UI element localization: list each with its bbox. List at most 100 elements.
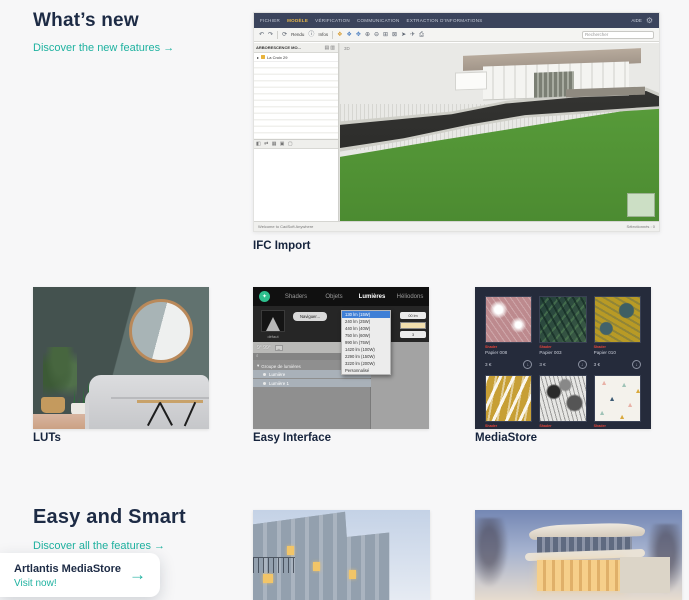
download-icon: ↓ <box>523 360 532 369</box>
shader-tag: Shader <box>485 424 532 428</box>
dropdown-option: 2290 lm (150W) <box>342 353 390 360</box>
page: What’s new Discover the new features → F… <box>0 0 689 600</box>
toast-title: Artlantis MediaStore <box>14 561 121 578</box>
tab-objets: Objets <box>315 294 353 300</box>
balcony-railing <box>253 557 295 573</box>
lower-panel-body <box>254 149 338 219</box>
wallpaper-thumb-feathers <box>485 375 532 422</box>
dropdown-option: 240 lm (25W) <box>342 318 390 325</box>
dropdown-option: 3220 lm (200W) <box>342 360 390 367</box>
expand-caret-icon: ▸ <box>257 55 259 60</box>
viewport-3d-label: 3D <box>344 46 350 51</box>
easy-interface-image[interactable]: ✦ Shaders Objets Lumières Héliodons défa… <box>253 287 429 429</box>
triangle-icon: ▲ <box>601 380 608 387</box>
angle-field: 3 <box>400 331 426 338</box>
light-bullet-icon <box>263 373 266 376</box>
lit-window <box>349 570 356 579</box>
menu-item-communication: COMMUNICATION <box>357 18 400 23</box>
house-left-wing <box>455 71 487 90</box>
price-row: 3 € ↓ <box>539 360 586 369</box>
viewport-3d: 3D <box>340 43 659 221</box>
light-row: Lumière 1 <box>253 379 371 387</box>
easy-tabbar: ✦ Shaders Objets Lumières Héliodons <box>253 287 429 306</box>
tree-panel-title: ARBORESCENCE MO... <box>256 45 301 50</box>
app-body: ARBORESCENCE MO... ▤▥ ▸ La Croix 29 ◧ ⇄ … <box>254 43 659 221</box>
naviguer-button: Naviguer... <box>293 312 327 321</box>
status-right: Sélectionnés : 0 <box>627 224 655 229</box>
search-icon: ⌕ <box>256 353 259 358</box>
house-photo-right[interactable] <box>475 510 682 600</box>
tree-item-root: ▸ La Croix 29 <box>254 53 338 61</box>
infos-dropdown: Infos <box>318 32 328 37</box>
artlantis-logo-icon: ✦ <box>259 291 270 302</box>
lower-panel-header: ◧ ⇄ ▦ ▣ ▢ <box>254 139 338 149</box>
mediastore-tile: Shader Papier 003 3 € ↓ <box>539 296 586 375</box>
toolbar-divider <box>277 31 278 39</box>
triangle-icon: ▲ <box>599 410 606 417</box>
ifc-import-screenshot[interactable]: FICHIER MODÈLE VÉRIFICATION COMMUNICATIO… <box>253 12 660 232</box>
zoom-fit-icon: ⊞ <box>383 32 388 38</box>
tree-panel-icons: ▤▥ <box>325 45 336 51</box>
whats-new-title: What’s new <box>33 10 139 32</box>
mediastore-caption: MediaStore <box>475 432 537 444</box>
light-row-label: Lumière 1 <box>269 381 289 386</box>
easy-smart-link[interactable]: Discover all the features → <box>33 540 165 552</box>
mediastore-toast[interactable]: Artlantis MediaStore Visit now! → <box>0 553 160 597</box>
price: 3 € <box>594 362 600 367</box>
tree-panel-header: ARBORESCENCE MO... ▤▥ <box>254 43 338 53</box>
light-cone-icon <box>266 317 280 331</box>
price-row: 3 € ↓ <box>594 360 641 369</box>
undo-icon: ↶ <box>259 32 264 38</box>
mediastore-tile: Shader Papier 010 3 € ↓ <box>594 296 641 375</box>
triangle-icon: ▲ <box>621 382 628 389</box>
building-photo-left[interactable] <box>253 510 430 600</box>
model-cube2-icon: ❖ <box>347 32 352 38</box>
lower-panel-icons: ◧ ⇄ ▦ ▣ ▢ <box>256 141 294 147</box>
price-row: 3 € ↓ <box>485 360 532 369</box>
wallpaper-thumb-palm <box>539 296 586 343</box>
house-model <box>455 52 653 111</box>
arrow-right-icon[interactable]: → <box>129 565 146 585</box>
triangle-icon: ▲ <box>619 414 626 421</box>
plant <box>43 347 77 397</box>
toast-text: Artlantis MediaStore Visit now! <box>14 561 121 589</box>
section-plane-icon: ✈ <box>410 32 415 38</box>
app-search-input <box>582 31 654 39</box>
toolbar-divider <box>332 31 333 39</box>
lumen-field: 00 lm <box>400 312 426 319</box>
color-swatch <box>400 322 426 329</box>
triangle-icon: ▲ <box>609 396 616 403</box>
tab-shaders: Shaders <box>277 294 315 300</box>
lit-interior <box>537 560 624 591</box>
triangle-icon: ▲ <box>627 402 634 409</box>
gauge-box: – <box>275 345 283 351</box>
zoom-out-icon: ⊖ <box>374 32 379 38</box>
dropdown-option: 990 lm (75W) <box>342 339 390 346</box>
app-menubar: FICHIER MODÈLE VÉRIFICATION COMMUNICATIO… <box>254 13 659 28</box>
dropdown-option-selected: 130 lm (15W) <box>342 311 390 318</box>
menu-item-fichier: FICHIER <box>260 18 280 23</box>
app-toolbar: ↶ ↷ ⟳ Rendu ⓘ Infos ❖ ❖ ✥ ⊕ ⊖ ⊞ ⊠ ➤ ✈ ⎙ <box>254 28 659 42</box>
mediastore-grid: Shader Papier 008 3 € ↓ Shader Papier 00… <box>485 296 641 429</box>
lit-window <box>287 546 294 555</box>
wallpaper-thumb-rose <box>485 296 532 343</box>
tree-panel: ARBORESCENCE MO... ▤▥ ▸ La Croix 29 ◧ ⇄ … <box>254 43 339 221</box>
tree-item-label: La Croix 29 <box>267 55 287 60</box>
price: 3 € <box>485 362 491 367</box>
mediastore-tile: Shader Papier 009 <box>485 375 532 429</box>
app-statusbar: Welcome to CadSoft Anywhere Sélectionnés… <box>254 221 659 231</box>
luts-image[interactable] <box>33 287 209 429</box>
basket-pot <box>41 397 65 413</box>
pointer-icon: ➤ <box>401 32 406 38</box>
mediastore-image[interactable]: Shader Papier 008 3 € ↓ Shader Papier 00… <box>475 287 651 429</box>
render-icon: ⟳ <box>282 32 287 38</box>
folder-icon <box>261 55 265 59</box>
whats-new-link[interactable]: Discover the new features → <box>33 42 174 54</box>
dropdown-option: Personnalisé <box>342 367 390 374</box>
download-icon: ↓ <box>578 360 587 369</box>
light-row-label: Lumière <box>269 372 285 377</box>
ifc-import-caption: IFC Import <box>253 240 311 252</box>
toast-subtitle[interactable]: Visit now! <box>14 578 121 589</box>
zoom-in-icon: ⊕ <box>365 32 370 38</box>
shader-tag: Shader <box>485 345 532 349</box>
